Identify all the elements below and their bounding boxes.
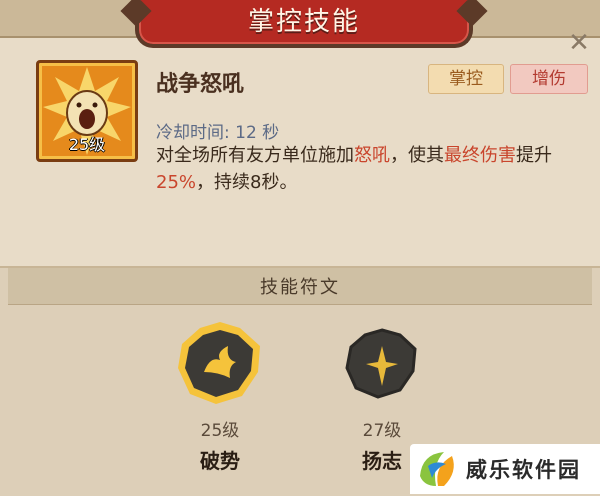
cooldown-text: 冷却时间: 12 秒 [156,123,280,143]
title-banner: 掌控技能 [135,0,473,48]
tag-damage: 增伤 [510,64,588,94]
rune-level: 27级 [362,421,402,441]
rune-name: 破势 [200,449,240,473]
skill-description: 对全场所有友方单位施加怒吼，使其最终伤害提升 25%，持续8秒。 [156,142,576,196]
watermark: 威乐软件园 [410,444,600,494]
skill-icon: 25级 [36,60,138,162]
rune-item-1[interactable]: 25级 破势 [170,316,270,474]
tag-control: 掌控 [428,64,504,94]
page-title: 掌控技能 [247,6,360,37]
desc-part: 提升 [516,145,552,166]
desc-part: ，持续8秒。 [196,172,298,193]
desc-part: ，使其 [390,145,444,166]
watermark-logo-icon [420,452,454,486]
rune-level: 25级 [200,421,240,441]
desc-highlight: 最终伤害 [444,145,516,166]
skill-name: 战争怒吼 [156,72,245,97]
rune-2-icon [345,328,417,399]
desc-part: 对全场所有友方单位施加 [156,145,354,166]
close-icon[interactable]: ✕ [566,30,592,56]
desc-highlight: 怒吼 [354,145,390,166]
rune-section-title: 技能符文 [260,277,340,298]
skill-level: 25级 [68,135,106,154]
desc-highlight: 25% [156,172,197,193]
rune-1-icon [178,322,260,404]
rune-header: 技能符文 [8,268,592,305]
watermark-text: 威乐软件园 [466,458,581,482]
